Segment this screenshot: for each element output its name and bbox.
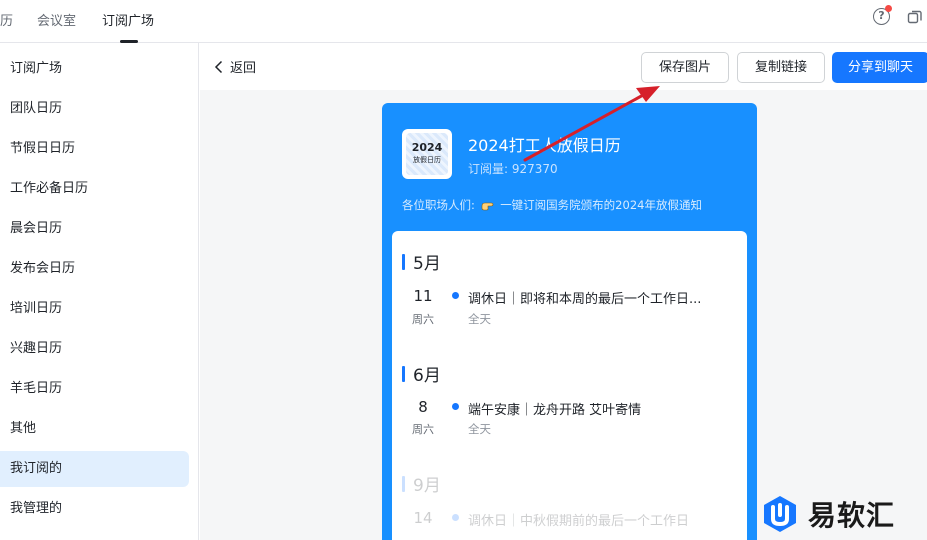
month-marker xyxy=(402,365,405,382)
toolbar: 返回 保存图片 复制链接 分享到聊天 xyxy=(200,43,927,90)
sidebar-item-interest[interactable]: 兴趣日历 xyxy=(0,331,189,367)
event-weekday: 周六 xyxy=(412,313,434,326)
month-label: 5月 xyxy=(413,254,441,274)
event-dot xyxy=(452,403,459,410)
sidebar-item-my-subscriptions[interactable]: 我订阅的 xyxy=(0,451,189,487)
top-bar: 历 会议室 订阅广场 ? xyxy=(0,0,927,43)
sidebar-item-training[interactable]: 培训日历 xyxy=(0,291,189,327)
month-header: 6月 xyxy=(402,361,441,386)
event-time: 全天 xyxy=(468,312,491,326)
event-title[interactable]: 调休日｜即将和本周的最后一个工作日... xyxy=(468,288,701,307)
tab-meeting-room[interactable]: 会议室 xyxy=(37,10,76,29)
multi-window-icon[interactable] xyxy=(907,9,923,25)
event-day: 11 xyxy=(413,287,433,305)
month-label: 9月 xyxy=(413,476,441,496)
sidebar-item-work-calendar[interactable]: 工作必备日历 xyxy=(0,171,189,207)
event-title[interactable]: 调休日｜中秋假期前的最后一个工作日 xyxy=(468,510,689,529)
event-day: 14 xyxy=(413,509,433,527)
month-header: 9月 xyxy=(402,471,441,496)
logo-year: 2024 xyxy=(411,141,443,154)
logo-subtitle: 放假日历 xyxy=(413,156,441,164)
calendar-title: 2024打工人放假日历 xyxy=(468,136,621,155)
event-dot xyxy=(452,514,459,521)
notification-dot xyxy=(885,5,892,12)
tab-calendar[interactable]: 历 xyxy=(0,10,13,29)
calendar-logo: 2024 放假日历 xyxy=(402,129,452,179)
month-header: 5月 xyxy=(402,249,441,274)
sidebar-item-other[interactable]: 其他 xyxy=(0,411,189,447)
back-label: 返回 xyxy=(230,61,257,76)
event-day: 8 xyxy=(418,398,428,416)
tab-subscription-square[interactable]: 订阅广场 xyxy=(102,10,154,29)
month-marker xyxy=(402,253,405,270)
event-time: 全天 xyxy=(468,422,491,436)
calendar-share-card: 2024 放假日历 2024打工人放假日历 订阅量: 927370 各位职场人们… xyxy=(382,103,757,540)
content-pane: 返回 保存图片 复制链接 分享到聊天 2024 放假日历 2024打工人放假日历… xyxy=(200,43,927,540)
sidebar-item-launch-event[interactable]: 发布会日历 xyxy=(0,251,189,287)
sidebar-item-holiday-calendar[interactable]: 节假日日历 xyxy=(0,131,189,167)
share-to-chat-button[interactable]: 分享到聊天 xyxy=(832,52,927,83)
event-title[interactable]: 端午安康｜龙舟开路 艾叶寄情 xyxy=(468,399,641,418)
chevron-left-icon xyxy=(214,60,223,73)
sidebar-item-my-managed[interactable]: 我管理的 xyxy=(0,491,189,527)
watermark-text: 易软汇 xyxy=(808,499,896,532)
logo-image: 2024 放假日历 xyxy=(406,133,448,175)
subscriber-count: 订阅量: 927370 xyxy=(468,162,558,176)
sidebar-item-morning-meeting[interactable]: 晨会日历 xyxy=(0,211,189,247)
save-image-button[interactable]: 保存图片 xyxy=(641,52,729,83)
watermark-logo-icon xyxy=(764,496,796,532)
month-label: 6月 xyxy=(413,366,441,386)
event-weekday: 周六 xyxy=(412,423,434,436)
watermark: 易软汇 xyxy=(760,494,895,534)
event-list: 5月 11 周六 调休日｜即将和本周的最后一个工作日... 全天 6月 8 周六… xyxy=(392,231,747,540)
back-button[interactable]: 返回 xyxy=(214,57,256,76)
sidebar-item-deals[interactable]: 羊毛日历 xyxy=(0,371,189,407)
sidebar-item-subscription-square[interactable]: 订阅广场 xyxy=(0,51,189,87)
description-prefix: 各位职场人们: xyxy=(402,198,475,212)
sidebar-item-team-calendar[interactable]: 团队日历 xyxy=(0,91,189,127)
description-text: 一键订阅国务院颁布的2024年放假通知 xyxy=(500,198,702,212)
event-dot xyxy=(452,292,459,299)
calendar-description: 各位职场人们: 一键订阅国务院颁布的2024年放假通知 xyxy=(402,197,702,213)
sidebar: 订阅广场 团队日历 节假日日历 工作必备日历 晨会日历 发布会日历 培训日历 兴… xyxy=(0,43,199,540)
month-marker xyxy=(402,475,405,492)
pointing-hand-icon xyxy=(481,202,493,210)
copy-link-button[interactable]: 复制链接 xyxy=(737,52,825,83)
